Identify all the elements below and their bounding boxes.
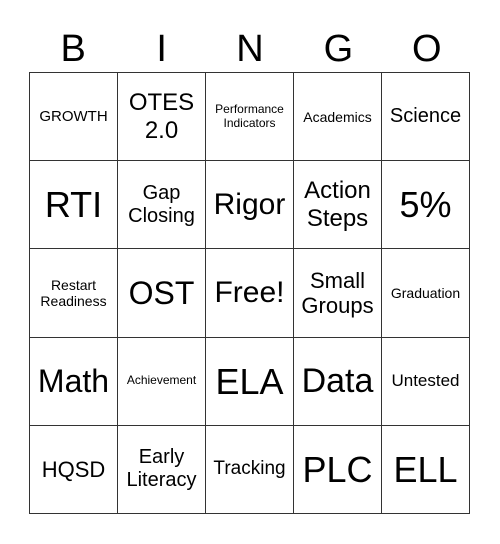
bingo-cell[interactable]: Tracking: [206, 425, 294, 514]
bingo-header: B I N G O: [29, 26, 471, 72]
bingo-grid: GROWTH OTES 2.0 Performance Indicators Acad…: [29, 72, 470, 514]
bingo-cell[interactable]: Academics: [294, 73, 382, 162]
cell-text: Academics: [303, 108, 372, 125]
cell-text: Achievement: [126, 373, 197, 388]
cell-text: RTI: [44, 184, 103, 226]
bingo-cell[interactable]: Science: [382, 73, 470, 162]
bingo-cell[interactable]: Action Steps: [294, 161, 382, 250]
cell-text: 5%: [399, 184, 452, 226]
bingo-cell[interactable]: OST: [118, 249, 206, 338]
cell-text: Tracking: [213, 458, 286, 480]
bingo-cell[interactable]: Restart Readiness: [30, 249, 118, 338]
cell-text: Rigor: [213, 187, 286, 221]
bingo-cell[interactable]: Performance Indicators: [206, 73, 294, 162]
cell-text: Data: [301, 361, 374, 400]
header-letter-o: O: [412, 28, 442, 70]
bingo-cell[interactable]: OTES 2.0: [118, 73, 206, 162]
bingo-cell[interactable]: HQSD: [30, 425, 118, 514]
bingo-cell[interactable]: Gap Closing: [118, 161, 206, 250]
bingo-cell[interactable]: ELA: [206, 337, 294, 426]
bingo-cell[interactable]: RTI: [30, 161, 118, 250]
bingo-cell[interactable]: Untested: [382, 337, 470, 426]
cell-text: Free!: [214, 275, 285, 309]
bingo-cell[interactable]: ELL: [382, 425, 470, 514]
cell-text: OTES 2.0: [128, 89, 195, 144]
cell-text: Restart Readiness: [40, 276, 107, 309]
bingo-cell[interactable]: Math: [30, 337, 118, 426]
bingo-cell[interactable]: Rigor: [206, 161, 294, 250]
cell-text: PLC: [302, 448, 373, 490]
cell-text: Science: [389, 105, 462, 128]
bingo-cell[interactable]: Free!: [206, 249, 294, 338]
header-letter-b: B: [60, 28, 86, 70]
cell-text: OST: [128, 274, 195, 311]
cell-text: Untested: [391, 371, 460, 391]
cell-text: Small Groups: [301, 267, 374, 318]
cell-text: Graduation: [390, 284, 461, 301]
cell-text: Gap Closing: [128, 181, 195, 227]
header-letter-n: N: [236, 28, 264, 70]
cell-text: Math: [37, 362, 110, 399]
bingo-cell[interactable]: Achievement: [118, 337, 206, 426]
cell-text: HQSD: [41, 456, 106, 482]
cell-text: GROWTH: [39, 107, 108, 125]
bingo-cell[interactable]: Early Literacy: [118, 425, 206, 514]
header-letter-i: I: [156, 28, 167, 70]
bingo-cell[interactable]: 5%: [382, 161, 470, 250]
cell-text: ELL: [393, 448, 458, 490]
bingo-cell[interactable]: Graduation: [382, 249, 470, 338]
cell-text: ELA: [215, 360, 284, 402]
bingo-cell[interactable]: Data: [294, 337, 382, 426]
header-letter-g: G: [323, 28, 354, 70]
bingo-cell[interactable]: GROWTH: [30, 73, 118, 162]
cell-text: Early Literacy: [126, 446, 197, 492]
bingo-cell[interactable]: PLC: [294, 425, 382, 514]
bingo-cell[interactable]: Small Groups: [294, 249, 382, 338]
cell-text: Performance Indicators: [215, 101, 284, 130]
cell-text: Action Steps: [304, 177, 371, 232]
